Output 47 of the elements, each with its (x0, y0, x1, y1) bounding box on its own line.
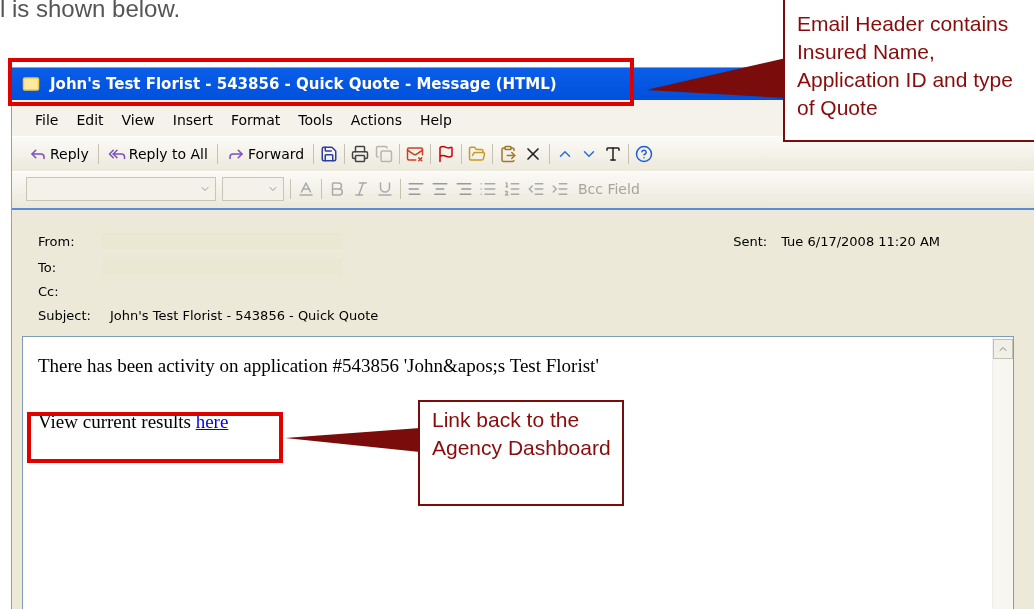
size-dropdown[interactable] (222, 177, 284, 201)
outdent-icon (527, 180, 545, 198)
align-right-icon (455, 180, 473, 198)
menu-item[interactable]: Help (410, 112, 461, 128)
clipboard-icon (499, 145, 518, 163)
align-left-icon (407, 180, 425, 198)
font-size-icon (604, 145, 623, 163)
menu-item[interactable]: File (26, 112, 68, 128)
menu-item[interactable]: Actions (341, 112, 411, 128)
folder-icon (468, 145, 487, 163)
flag-icon (437, 145, 456, 163)
printer-icon (351, 145, 370, 163)
save-icon (320, 145, 339, 163)
field-label: Subject: (38, 307, 92, 323)
indent-icon (551, 180, 569, 198)
field-value: Tue 6/17/2008 11:20 AM (781, 233, 940, 249)
toolbar-button[interactable]: Forward (223, 143, 308, 165)
menu-item[interactable]: View (112, 112, 164, 128)
link[interactable]: here (195, 411, 229, 432)
envelope-delete-icon (406, 145, 425, 163)
field-label: Sent: (733, 233, 768, 249)
body-paragraph: There has been activity on application #543856 'John&apos;s Test Florist' (38, 355, 600, 377)
toolbar-button[interactable]: Reply (26, 143, 92, 165)
numbered-list-icon (503, 180, 521, 198)
toolbar-button[interactable]: Reply to All (104, 143, 211, 165)
window-title: John's Test Florist - 543856 - Quick Quote - Message (HTML) (50, 75, 557, 93)
field-label: From: (38, 233, 76, 249)
copy-icon (375, 145, 394, 163)
menu-item[interactable]: Insert (163, 112, 222, 128)
align-center-icon (431, 180, 449, 198)
font-color-icon (297, 180, 315, 198)
menu-item[interactable]: Format (221, 112, 290, 128)
callout-note: Email Header contains Insured Name, Application ID and type of Quote (783, 0, 1034, 142)
callout-note: Link back to the Agency Dashboard (418, 400, 624, 506)
scrollbar[interactable] (992, 337, 1013, 609)
field-label: Cc: (38, 283, 60, 299)
menu-item[interactable]: Tools (289, 112, 342, 128)
field-value: John's Test Florist - 543856 - Quick Quote (110, 307, 379, 323)
italic-icon (352, 180, 370, 198)
font-dropdown[interactable] (26, 177, 216, 201)
menu-item[interactable]: Edit (67, 112, 113, 128)
bullet-list-icon (479, 180, 497, 198)
intro-text: l is shown below. (0, 0, 182, 22)
help-icon (635, 145, 654, 163)
field-label: To: (38, 259, 58, 275)
envelope-icon (22, 75, 40, 93)
underline-icon (376, 180, 394, 198)
